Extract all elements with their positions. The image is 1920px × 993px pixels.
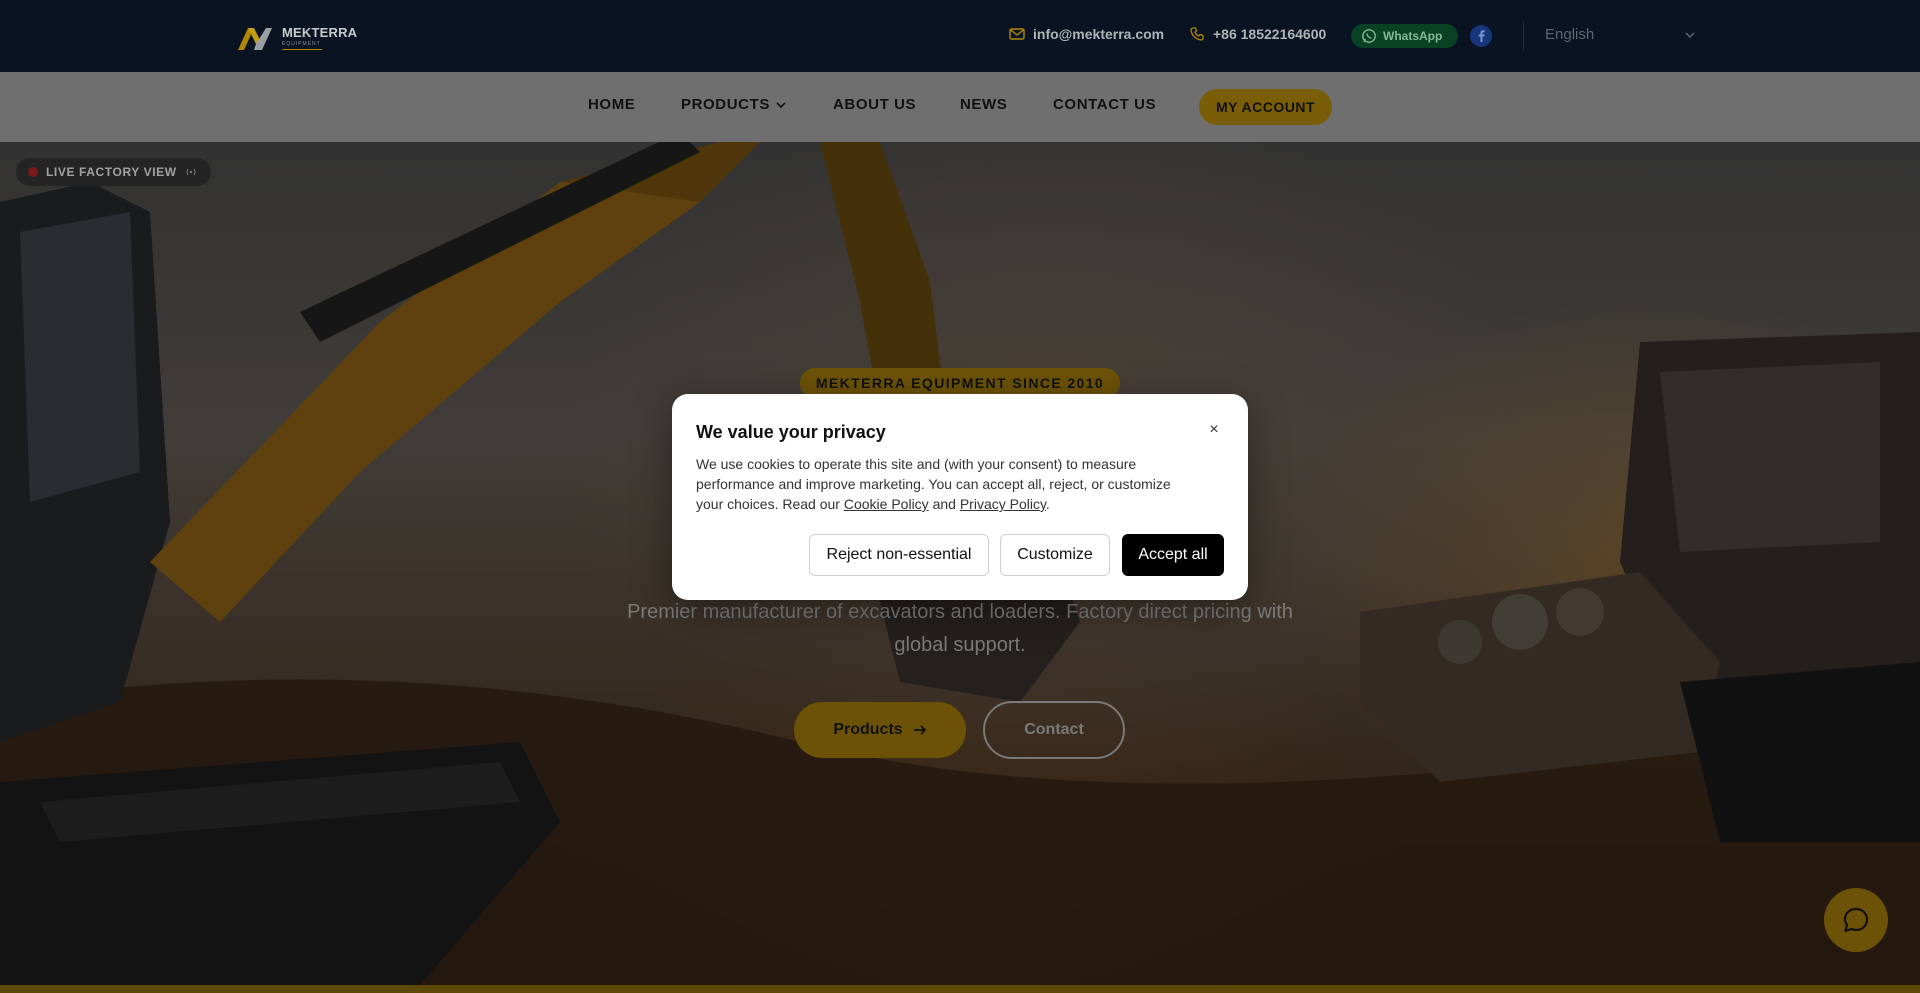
privacy-policy-link[interactable]: Privacy Policy: [960, 496, 1046, 512]
cookie-consent-modal: We value your privacy × We use cookies t…: [672, 394, 1248, 600]
cookie-text-part: and: [928, 496, 960, 512]
reject-cookies-button[interactable]: Reject non-essential: [809, 534, 989, 576]
cookie-modal-text: We use cookies to operate this site and …: [696, 454, 1196, 514]
customize-cookies-button[interactable]: Customize: [1000, 534, 1110, 576]
cookie-text-part: .: [1045, 496, 1050, 512]
close-icon[interactable]: ×: [1204, 420, 1224, 440]
cookie-policy-link[interactable]: Cookie Policy: [844, 496, 929, 512]
cookie-modal-title: We value your privacy: [696, 422, 886, 442]
accept-cookies-button[interactable]: Accept all: [1122, 534, 1224, 576]
